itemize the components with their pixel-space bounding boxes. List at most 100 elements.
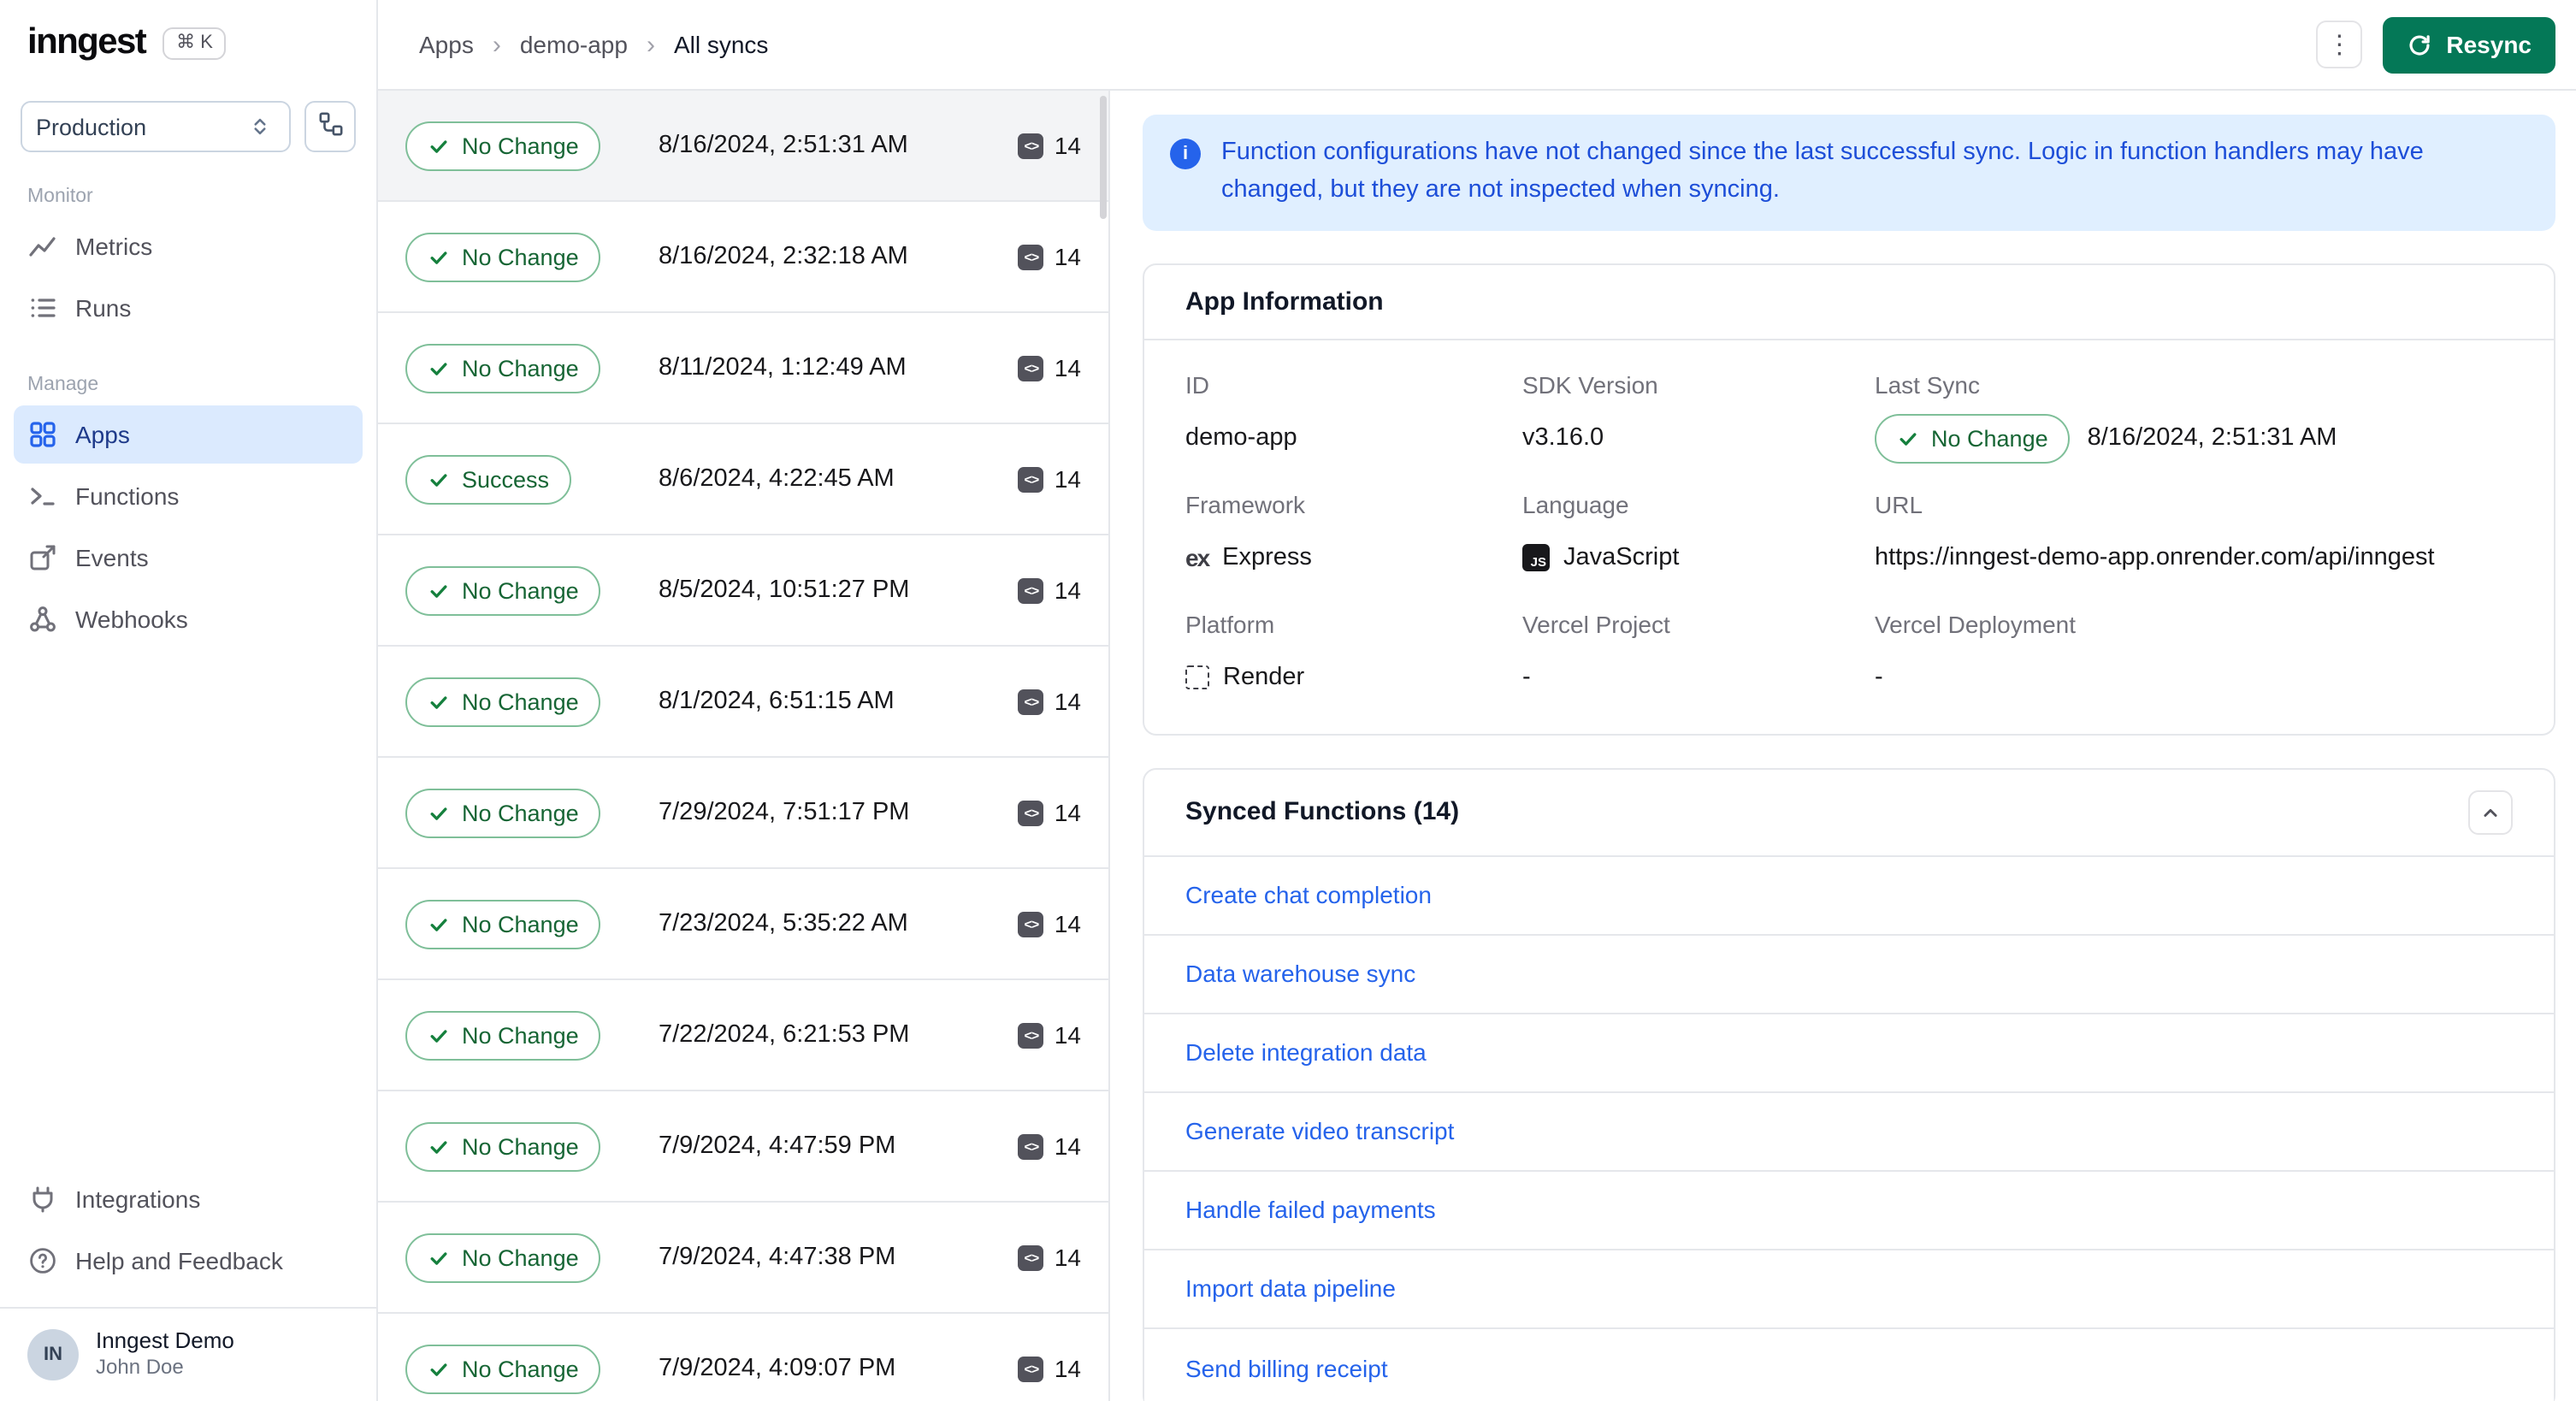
field-sdk-version: SDK Version v3.16.0: [1522, 370, 1658, 452]
synced-function-link[interactable]: Handle failed payments: [1144, 1171, 2554, 1250]
sync-status-badge: No Change: [405, 1344, 601, 1393]
scrollbar-thumb[interactable]: [1100, 96, 1107, 219]
sync-status-cell: No Change: [405, 1344, 659, 1393]
functions-count-icon: <>: [1018, 1356, 1044, 1381]
chevron-up-icon: [2479, 800, 2502, 824]
sync-timestamp: 8/6/2024, 4:22:45 AM: [659, 465, 895, 493]
sync-status-badge: No Change: [405, 232, 601, 281]
environment-selector[interactable]: Production: [21, 101, 291, 152]
sidebar-item-runs[interactable]: Runs: [14, 279, 363, 337]
sidebar-item-label: Integrations: [75, 1185, 201, 1213]
synced-function-link[interactable]: Send billing receipt: [1144, 1328, 2554, 1401]
functions-count-value: 14: [1054, 910, 1081, 937]
resync-button[interactable]: Resync: [2383, 16, 2555, 73]
sync-timestamp: 7/9/2024, 4:09:07 PM: [659, 1355, 896, 1382]
sync-list-item[interactable]: No Change 8/11/2024, 1:12:49 AM <> 14: [378, 313, 1108, 424]
sync-status-badge: Success: [405, 454, 572, 504]
sync-list-item[interactable]: No Change 7/9/2024, 4:47:59 PM <> 14: [378, 1091, 1108, 1203]
sync-function-count: <> 14: [1018, 354, 1081, 381]
app-information-title: App Information: [1185, 287, 1384, 316]
sync-list-item[interactable]: No Change 8/1/2024, 6:51:15 AM <> 14: [378, 647, 1108, 758]
functions-count-icon: <>: [1018, 689, 1044, 714]
sync-list-item[interactable]: No Change 7/9/2024, 4:47:38 PM <> 14: [378, 1203, 1108, 1314]
field-id: ID demo-app: [1185, 370, 1297, 452]
sync-list-item[interactable]: No Change 7/9/2024, 4:09:07 PM <> 14: [378, 1314, 1108, 1401]
sync-list-item[interactable]: No Change 7/23/2024, 5:35:22 AM <> 14: [378, 869, 1108, 980]
functions-count-value: 14: [1054, 132, 1081, 159]
sync-list-item[interactable]: No Change 7/22/2024, 6:21:53 PM <> 14: [378, 980, 1108, 1091]
collapse-button[interactable]: [2468, 789, 2513, 834]
synced-function-link[interactable]: Create chat completion: [1144, 856, 2554, 935]
check-icon: [430, 584, 447, 597]
synced-function-link[interactable]: Generate video transcript: [1144, 1092, 2554, 1171]
last-sync-time: 8/16/2024, 2:51:31 AM: [2087, 424, 2337, 452]
sidebar-footer-nav: Integrations Help and Feedback: [0, 1169, 376, 1306]
synced-function-link[interactable]: Data warehouse sync: [1144, 935, 2554, 1014]
details-panel: i Function configurations have not chang…: [1110, 91, 2576, 1401]
sidebar-item-apps[interactable]: Apps: [14, 405, 363, 464]
functions-count-value: 14: [1054, 1132, 1081, 1160]
sync-status-badge: No Change: [405, 677, 601, 726]
runs-icon: [27, 293, 58, 323]
user-profile[interactable]: IN Inngest Demo John Doe: [0, 1306, 376, 1401]
check-icon: [430, 362, 447, 375]
sidebar-item-help-and-feedback[interactable]: Help and Feedback: [14, 1231, 363, 1289]
environment-settings-button[interactable]: [304, 101, 356, 152]
synced-function-name: Import data pipeline: [1185, 1274, 1396, 1302]
sync-list-item[interactable]: No Change 8/16/2024, 2:51:31 AM <> 14: [378, 91, 1108, 202]
functions-count-icon: <>: [1018, 355, 1044, 381]
kebab-icon: ⋮: [2326, 31, 2353, 60]
sync-status-cell: Success: [405, 454, 659, 504]
topbar-actions: ⋮ Resync: [2316, 16, 2555, 73]
last-sync-status-badge: No Change: [1875, 413, 2071, 463]
synced-function-name: Handle failed payments: [1185, 1196, 1436, 1223]
sync-list-item[interactable]: No Change 8/16/2024, 2:32:18 AM <> 14: [378, 202, 1108, 313]
functions-icon: [27, 481, 58, 511]
sidebar-item-label: Metrics: [75, 233, 153, 260]
sidebar-item-functions[interactable]: Functions: [14, 467, 363, 525]
sync-status-cell: No Change: [405, 121, 659, 170]
sync-status-badge: No Change: [405, 1121, 601, 1171]
breadcrumb-apps[interactable]: Apps: [419, 31, 474, 58]
info-icon: i: [1170, 139, 1201, 169]
sync-function-count: <> 14: [1018, 243, 1081, 270]
select-chevrons-icon: [245, 111, 275, 142]
sync-status-cell: No Change: [405, 1121, 659, 1171]
sync-function-count: <> 14: [1018, 799, 1081, 826]
topbar: Apps › demo-app › All syncs ⋮ Resync: [378, 0, 2576, 91]
synced-function-link[interactable]: Import data pipeline: [1144, 1250, 2554, 1328]
check-icon: [430, 918, 447, 931]
breadcrumb-demo-app[interactable]: demo-app: [520, 31, 628, 58]
sidebar-nav-monitor: Metrics Runs: [0, 217, 376, 340]
workflow-icon: [317, 111, 343, 142]
sync-timestamp: 8/5/2024, 10:51:27 PM: [659, 576, 910, 604]
main-area: Apps › demo-app › All syncs ⋮ Resync No …: [378, 0, 2576, 1401]
sync-list-item[interactable]: No Change 8/5/2024, 10:51:27 PM <> 14: [378, 535, 1108, 647]
check-icon: [430, 139, 447, 152]
functions-count-icon: <>: [1018, 911, 1044, 937]
sidebar-item-integrations[interactable]: Integrations: [14, 1169, 363, 1227]
chevron-right-icon: ›: [646, 30, 655, 59]
field-url: URL https://inngest-demo-app.onrender.co…: [1875, 463, 2513, 582]
sync-status-label: No Change: [462, 1356, 579, 1381]
sync-function-count: <> 14: [1018, 910, 1081, 937]
more-options-button[interactable]: ⋮: [2316, 21, 2363, 68]
synced-function-link[interactable]: Delete integration data: [1144, 1014, 2554, 1092]
sync-list-item[interactable]: Success 8/6/2024, 4:22:45 AM <> 14: [378, 424, 1108, 535]
synced-function-name: Create chat completion: [1185, 881, 1432, 908]
sync-status-label: No Change: [462, 800, 579, 825]
synced-function-name: Delete integration data: [1185, 1038, 1427, 1066]
sidebar-item-metrics[interactable]: Metrics: [14, 217, 363, 275]
command-k-shortcut[interactable]: ⌘ K: [162, 27, 227, 59]
user-name: Inngest Demo: [96, 1327, 234, 1353]
sync-timestamp: 7/22/2024, 6:21:53 PM: [659, 1021, 910, 1049]
functions-count-value: 14: [1054, 1355, 1081, 1382]
sidebar-item-webhooks[interactable]: Webhooks: [14, 590, 363, 648]
sync-list-item[interactable]: No Change 7/29/2024, 7:51:17 PM <> 14: [378, 758, 1108, 869]
sync-status-label: No Change: [462, 911, 579, 937]
javascript-icon: JS: [1522, 544, 1550, 571]
sidebar-item-events[interactable]: Events: [14, 529, 363, 587]
check-icon: [430, 473, 447, 486]
synced-functions-list: Create chat completion Data warehouse sy…: [1144, 856, 2554, 1401]
